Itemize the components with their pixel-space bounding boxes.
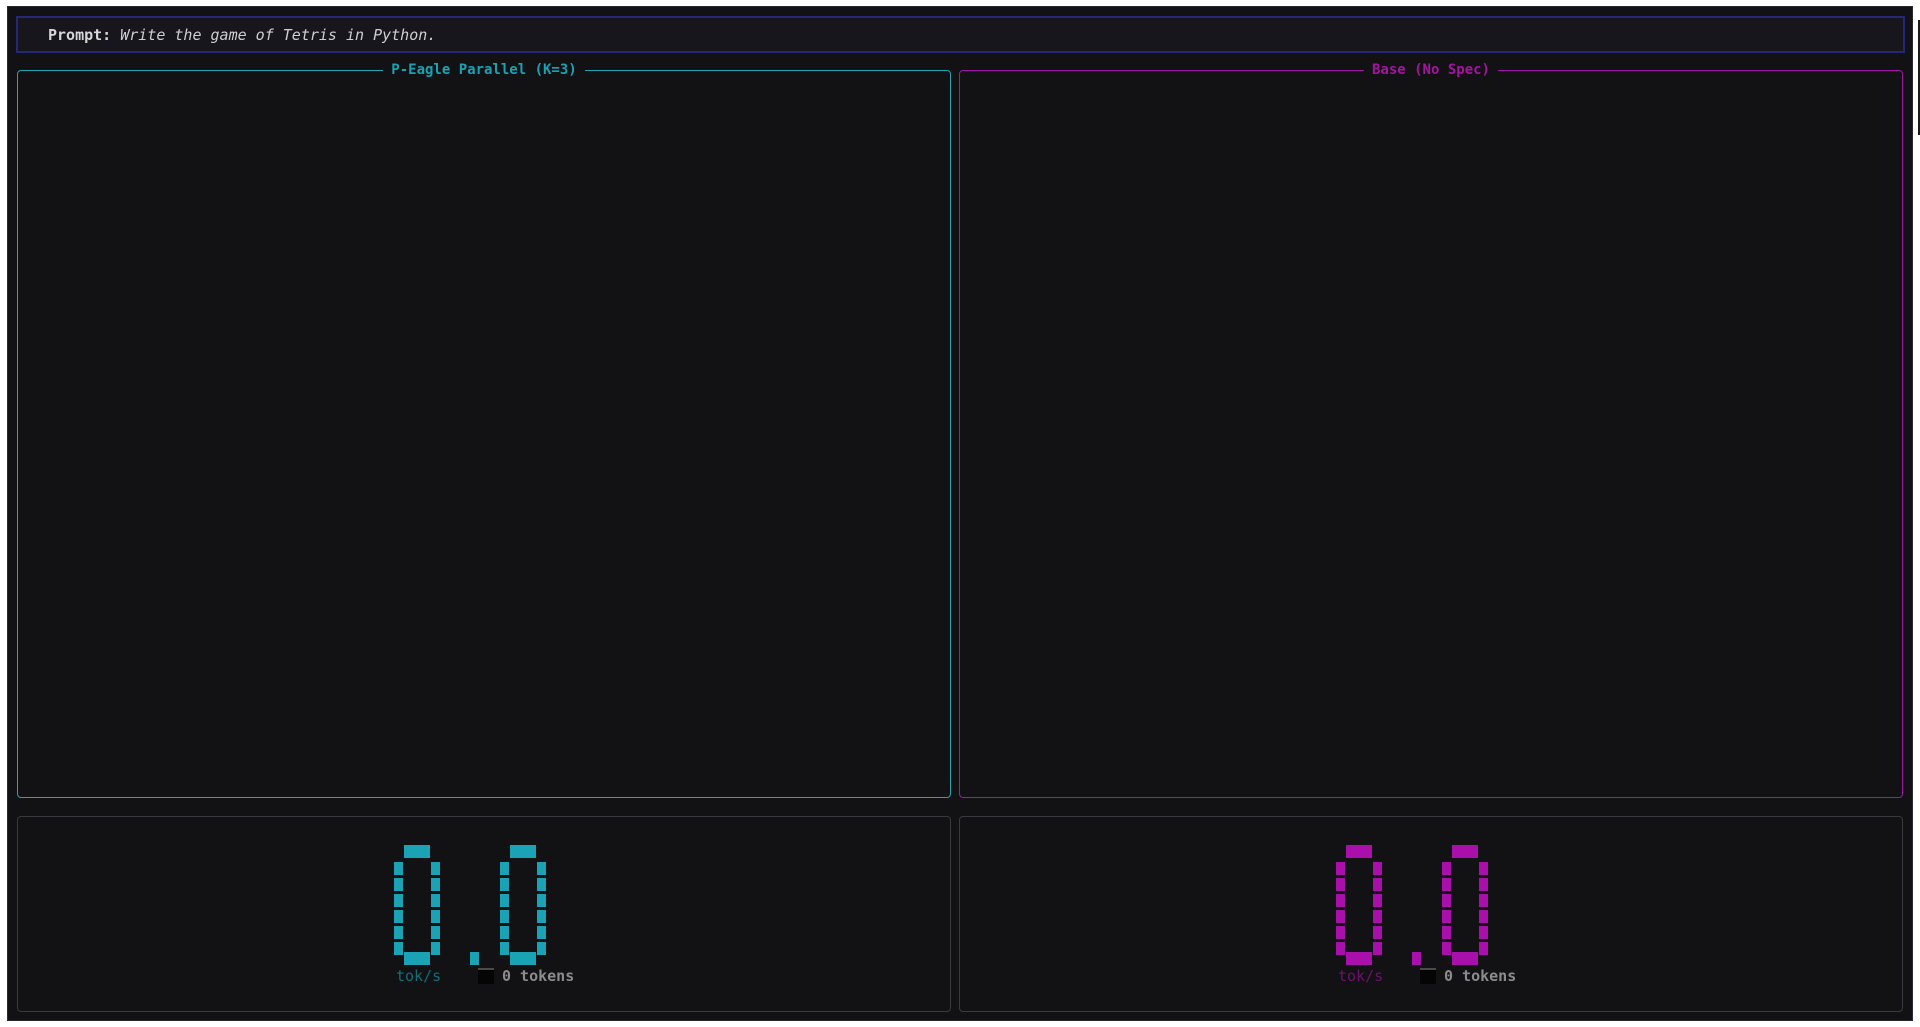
digit-segment-right	[1479, 942, 1488, 955]
digit-segment-bottom	[1452, 952, 1478, 965]
digit-segment-left	[394, 862, 403, 875]
digit-segment-left	[394, 910, 403, 923]
p-eagle-token-icon	[478, 968, 494, 984]
digit-segment-right	[1373, 878, 1382, 891]
digit-segment-left	[1442, 878, 1451, 891]
digit-segment-left	[1336, 926, 1345, 939]
p-eagle-panel-title: P-Eagle Parallel (K=3)	[18, 61, 950, 79]
prompt-label: Prompt:	[48, 25, 112, 44]
p-eagle-output-text	[28, 85, 940, 787]
digit-segment-left	[500, 894, 509, 907]
window-edge	[1913, 0, 1920, 1027]
digit-segment-top	[404, 845, 430, 858]
digit-segment-right	[1373, 910, 1382, 923]
base-panel-title-text: Base (No Spec)	[1363, 62, 1498, 78]
digit-segment-right	[1373, 862, 1382, 875]
digit-segment-right	[537, 942, 546, 955]
base-panel-title: Base (No Spec)	[960, 61, 1902, 79]
digit-segment-right	[537, 926, 546, 939]
base-token-count: 0 tokens	[1444, 967, 1517, 985]
digit-segment-right	[431, 926, 440, 939]
digit-segment-right	[1479, 862, 1488, 875]
digit-segment-left	[500, 878, 509, 891]
base-output-panel[interactable]: Base (No Spec)	[959, 62, 1903, 798]
digit-segment-left	[1442, 926, 1451, 939]
digit-segment-right	[537, 878, 546, 891]
digit-segment-right	[1479, 926, 1488, 939]
digit-segment-left	[1336, 862, 1345, 875]
digit-segment-left	[394, 894, 403, 907]
p-eagle-output-panel[interactable]: P-Eagle Parallel (K=3)	[17, 62, 951, 798]
digit-segment-right	[431, 910, 440, 923]
digit-segment-right	[431, 894, 440, 907]
base-speed-unit: tok/s	[1338, 967, 1384, 985]
digit-segment-right	[431, 878, 440, 891]
base-stats-panel: tok/s 0 tokens	[959, 816, 1903, 1012]
digit-segment-left	[1336, 942, 1345, 955]
digit-segment-left	[1336, 894, 1345, 907]
digit-segment-left	[1442, 910, 1451, 923]
digit-segment-top	[510, 845, 536, 858]
digit-segment-right	[1479, 894, 1488, 907]
decimal-point	[1412, 952, 1421, 965]
digit-segment-bottom	[1346, 952, 1372, 965]
digit-segment-right	[537, 862, 546, 875]
base-output-text	[970, 85, 1892, 787]
digit-segment-left	[394, 942, 403, 955]
digit-segment-left	[1336, 878, 1345, 891]
digit-segment-left	[500, 926, 509, 939]
p-eagle-token-count: 0 tokens	[502, 967, 575, 985]
digit-segment-left	[1442, 862, 1451, 875]
digit-segment-top	[1346, 845, 1372, 858]
digit-segment-top	[1452, 845, 1478, 858]
prompt-text: Write the game of Tetris in Python.	[120, 25, 437, 44]
digit-segment-right	[537, 910, 546, 923]
digit-segment-left	[394, 926, 403, 939]
digit-segment-right	[1373, 942, 1382, 955]
digit-segment-right	[1373, 894, 1382, 907]
digit-segment-bottom	[404, 952, 430, 965]
digit-segment-left	[1442, 942, 1451, 955]
digit-segment-left	[500, 910, 509, 923]
prompt-bar: Prompt: Write the game of Tetris in Pyth…	[16, 16, 1905, 53]
p-eagle-stats-panel: tok/s 0 tokens	[17, 816, 951, 1012]
digit-segment-right	[431, 942, 440, 955]
digit-segment-bottom	[510, 952, 536, 965]
digit-segment-right	[431, 862, 440, 875]
digit-segment-left	[1442, 894, 1451, 907]
base-token-icon	[1420, 968, 1436, 984]
digit-segment-left	[500, 862, 509, 875]
digit-segment-right	[1479, 878, 1488, 891]
digit-segment-right	[1373, 926, 1382, 939]
p-eagle-speed-unit: tok/s	[396, 967, 442, 985]
decimal-point	[470, 952, 479, 965]
digit-segment-left	[394, 878, 403, 891]
digit-segment-right	[1479, 910, 1488, 923]
digit-segment-left	[500, 942, 509, 955]
digit-segment-left	[1336, 910, 1345, 923]
p-eagle-panel-title-text: P-Eagle Parallel (K=3)	[383, 62, 585, 78]
digit-segment-right	[537, 894, 546, 907]
